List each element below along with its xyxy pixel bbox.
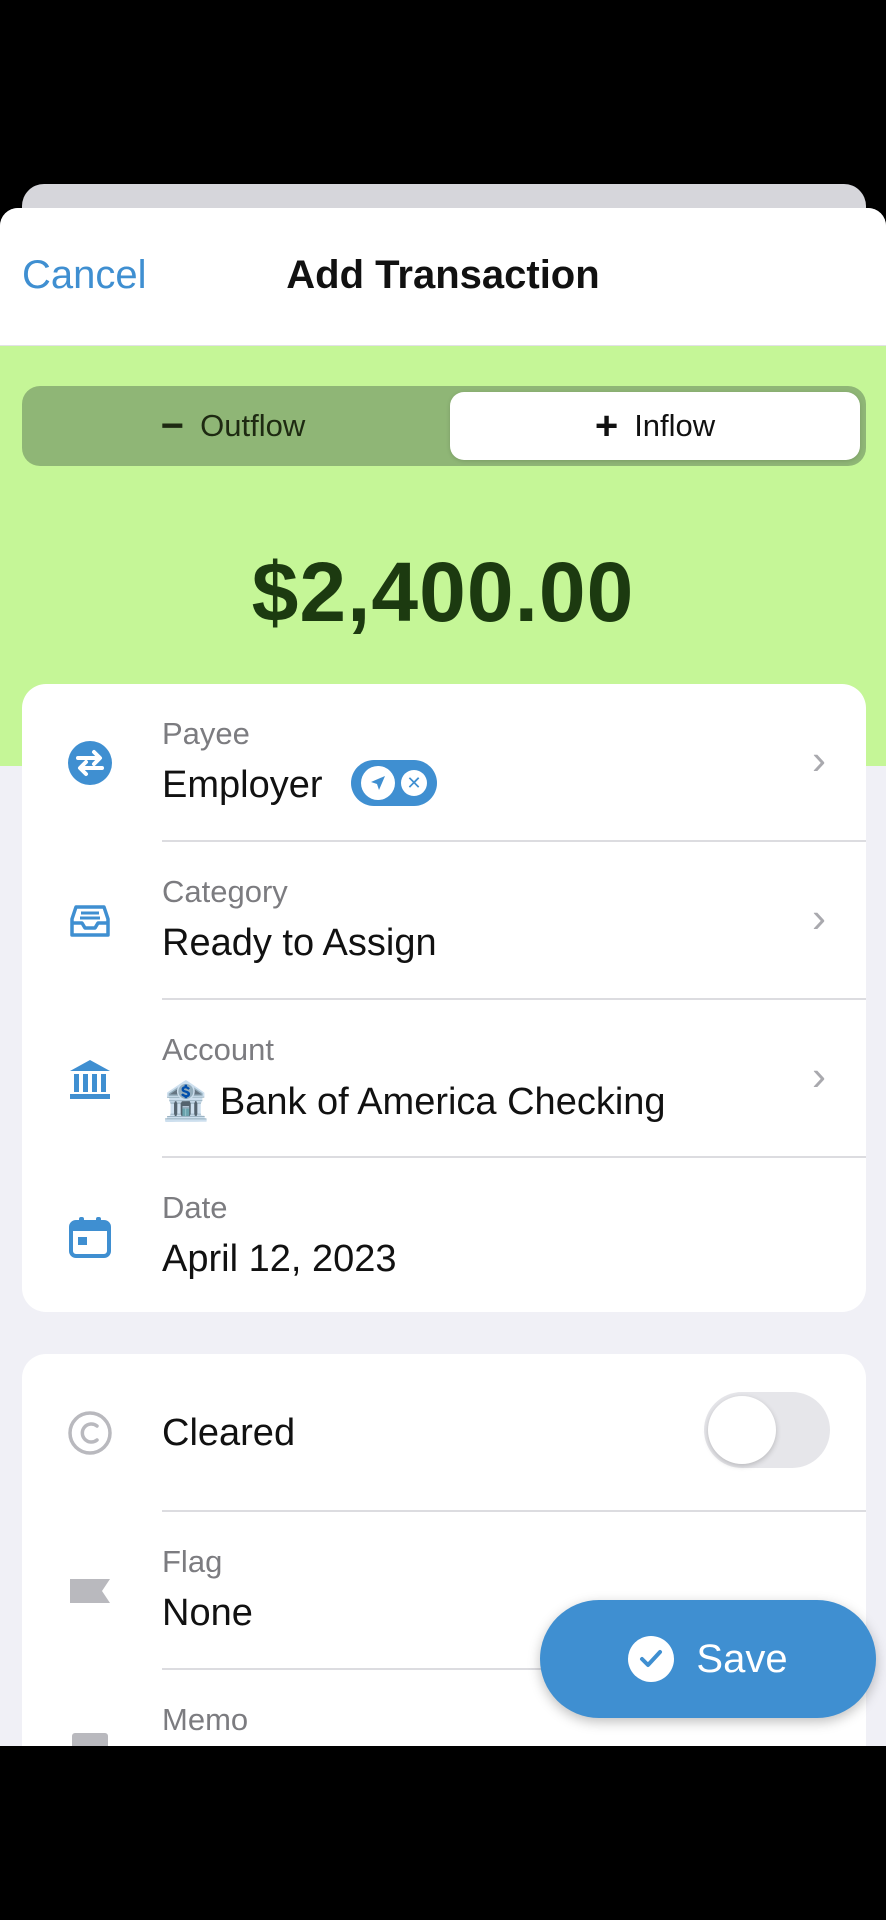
memo-label: Memo [162, 1702, 249, 1737]
save-button[interactable]: Save [540, 1600, 876, 1718]
add-transaction-sheet: Cancel Add Transaction − Outflow + Inflo… [0, 208, 886, 1746]
chevron-right-icon: › [812, 736, 826, 783]
inflow-segment[interactable]: + Inflow [450, 392, 860, 460]
flow-segmented-control: − Outflow + Inflow [22, 386, 866, 466]
payee-location-pill[interactable]: ✕ [351, 760, 438, 806]
category-value: Ready to Assign [162, 922, 437, 964]
transaction-details-card: Payee Employer ✕ › Category Ready to Ass… [22, 684, 866, 1312]
payee-label: Payee [162, 716, 250, 751]
calendar-icon [66, 1213, 114, 1261]
outflow-label: Outflow [200, 408, 306, 443]
location-arrow-icon [361, 766, 396, 800]
category-row[interactable]: Category Ready to Assign › [22, 842, 866, 1000]
page-title: Add Transaction [286, 253, 600, 297]
cleared-label: Cleared [162, 1412, 296, 1454]
payee-value-wrap: Employer ✕ [162, 760, 438, 810]
flag-value: None [162, 1592, 253, 1634]
amount-display[interactable]: $2,400.00 [0, 544, 886, 641]
memo-icon [66, 1725, 114, 1746]
checkmark-icon [628, 1636, 675, 1682]
chevron-right-icon: › [812, 1052, 826, 1099]
bank-icon [66, 1055, 114, 1103]
date-label: Date [162, 1190, 228, 1225]
plus-icon: + [594, 404, 619, 448]
category-label: Category [162, 874, 288, 909]
payee-value: Employer [162, 764, 323, 807]
flag-icon [66, 1567, 114, 1615]
toggle-knob [708, 1396, 776, 1464]
account-row[interactable]: Account 🏦 Bank of America Checking › [22, 1000, 866, 1158]
clear-location-icon[interactable]: ✕ [401, 770, 428, 796]
date-value: April 12, 2023 [162, 1238, 397, 1280]
date-row[interactable]: Date April 12, 2023 [22, 1158, 866, 1312]
nav-bar: Cancel Add Transaction [0, 208, 886, 346]
account-value: 🏦 Bank of America Checking [162, 1081, 666, 1123]
inbox-tray-icon [66, 897, 114, 945]
account-label: Account [162, 1032, 275, 1067]
transfer-arrows-icon [66, 739, 114, 787]
payee-row[interactable]: Payee Employer ✕ › [22, 684, 866, 842]
cleared-toggle[interactable] [704, 1392, 830, 1468]
minus-icon: − [160, 404, 185, 448]
inflow-label: Inflow [634, 408, 716, 443]
cleared-circle-icon [66, 1409, 114, 1457]
save-label: Save [696, 1636, 788, 1681]
cleared-row: Cleared [22, 1354, 866, 1512]
outflow-segment[interactable]: − Outflow [22, 386, 444, 466]
chevron-right-icon: › [812, 894, 826, 941]
flag-label: Flag [162, 1544, 223, 1579]
